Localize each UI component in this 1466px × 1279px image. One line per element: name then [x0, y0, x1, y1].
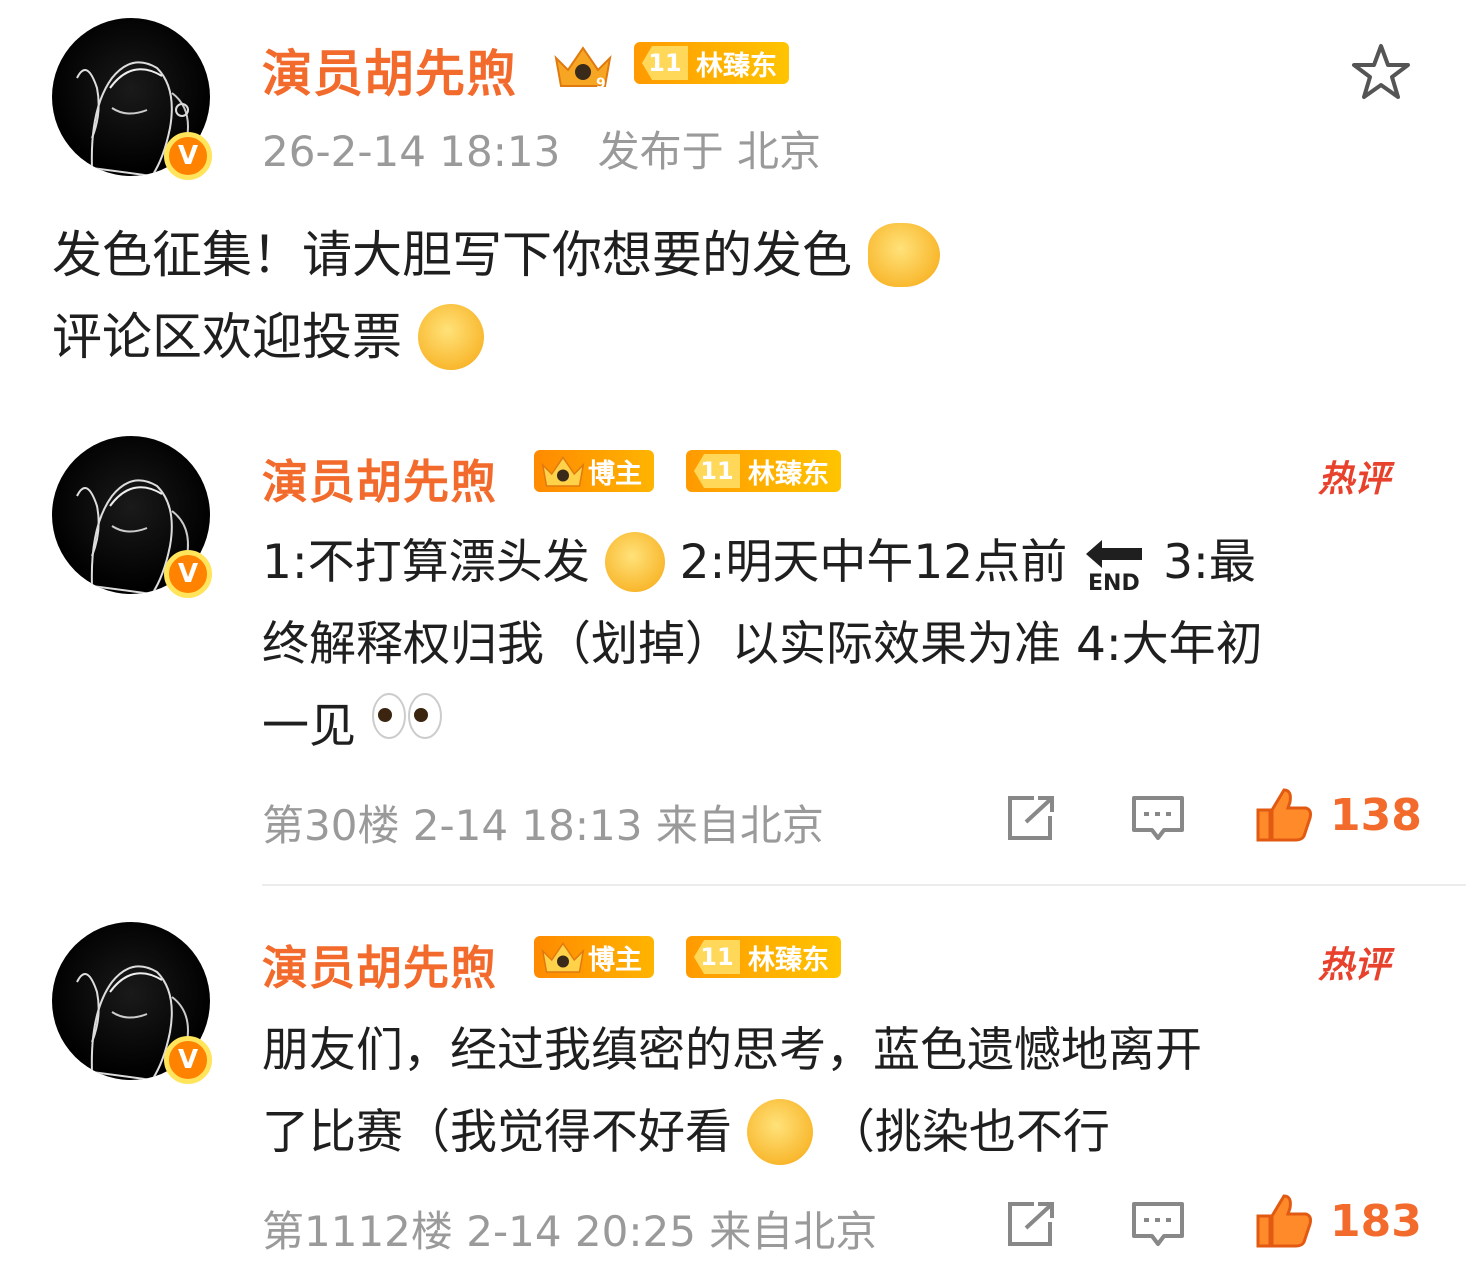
like-count: 138 [1330, 790, 1422, 841]
crown-icon [541, 942, 585, 973]
comment-meta: 第30楼 2-14 18:13 来自北京 [262, 801, 824, 850]
blogger-label: 博主 [588, 458, 642, 490]
share-icon[interactable] [1004, 792, 1060, 844]
comment-icon[interactable] [1130, 792, 1186, 844]
post-text-line2: 评论区欢迎投票 [52, 308, 402, 366]
comment-text-part: 2:明天中午12点前 [679, 535, 1068, 590]
comment-author-name[interactable]: 演员胡先煦 [262, 932, 497, 998]
comment-text-part: 一见 [262, 699, 356, 754]
point-left-emoji [867, 222, 940, 287]
comment-text-part: （挑染也不行 [827, 1105, 1110, 1160]
comment-divider [262, 884, 1466, 886]
end-label: END [1088, 571, 1140, 592]
fan-group-label: 林臻东 [748, 458, 829, 490]
fan-level-badge: 11 [642, 46, 688, 80]
comment-text-part: 了比赛（我觉得不好看 [262, 1105, 732, 1160]
blogger-badge: 博主 [534, 936, 654, 978]
comment-text-part: 3:最 [1163, 535, 1256, 590]
comment-text-part: 终解释权归我（划掉）以实际效果为准 4:大年初 [262, 617, 1263, 672]
like-icon[interactable] [1254, 1192, 1314, 1250]
blogger-label: 博主 [588, 944, 642, 976]
post-text-line1: 发色征集！请大胆写下你想要的发色 [52, 226, 852, 284]
eyes-emoji [371, 685, 443, 767]
crown-icon: 9 [554, 46, 612, 92]
hot-comment-label: 热评 [1318, 459, 1391, 500]
fan-group-badge[interactable]: 11 林臻东 [686, 936, 841, 978]
like-icon[interactable] [1254, 786, 1314, 844]
fan-level-badge: 11 [694, 454, 740, 488]
hot-comment-label: 热评 [1318, 945, 1391, 986]
like-count: 183 [1330, 1196, 1422, 1247]
share-icon[interactable] [1004, 1198, 1060, 1250]
comment-text-part: 1:不打算漂头发 [262, 535, 590, 590]
post-meta: 26-2-14 18:13 发布于 北京 [262, 118, 821, 179]
fan-level-badge: 11 [694, 940, 740, 974]
blogger-badge: 博主 [534, 450, 654, 492]
verified-icon: V [164, 1036, 212, 1084]
post-text: 发色征集！请大胆写下你想要的发色 评论区欢迎投票 [52, 214, 940, 378]
thinking-emoji [604, 531, 665, 592]
post-author-name[interactable]: 演员胡先煦 [262, 34, 517, 106]
verified-icon: V [164, 132, 212, 180]
comment-text: 朋友们，经过我缜密的思考，蓝色遗憾地离开 了比赛（我觉得不好看 （挑染也不行 [262, 1010, 1422, 1174]
comment-text: 1:不打算漂头发 2:明天中午12点前 END 3:最 终解释权归我（划掉）以实… [262, 522, 1422, 771]
svg-text:9: 9 [596, 76, 606, 92]
fan-group-badge[interactable]: 11 林臻东 [686, 450, 841, 492]
crown-icon [541, 456, 585, 487]
fan-group-label: 林臻东 [696, 50, 777, 82]
facepalm-emoji [746, 1098, 813, 1165]
post-time: 26-2-14 18:13 [262, 127, 561, 176]
comment-meta: 第1112楼 2-14 20:25 来自北京 [262, 1207, 878, 1256]
comment-author-name[interactable]: 演员胡先煦 [262, 446, 497, 512]
verified-icon: V [164, 550, 212, 598]
post-location: 发布于 北京 [597, 127, 822, 176]
comment-text-part: 朋友们，经过我缜密的思考，蓝色遗憾地离开 [262, 1023, 1202, 1078]
star-icon[interactable] [1348, 40, 1414, 106]
comment-icon[interactable] [1130, 1198, 1186, 1250]
fan-group-badge[interactable]: 11 林臻东 [634, 42, 789, 84]
fan-group-label: 林臻东 [748, 944, 829, 976]
end-arrow-emoji: END [1082, 532, 1148, 596]
wink-emoji [417, 303, 484, 370]
